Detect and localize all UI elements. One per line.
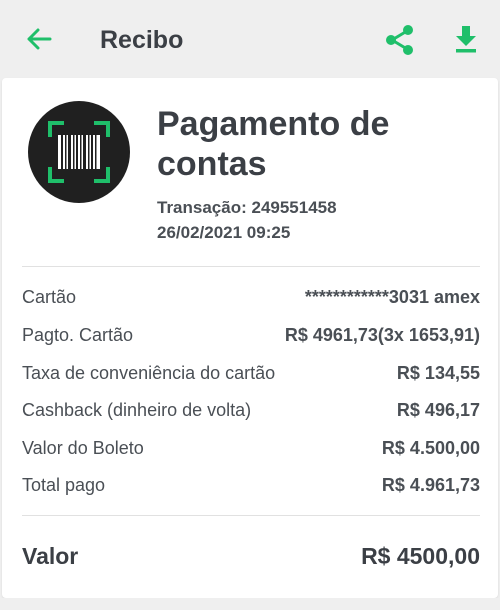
detail-value: R$ 4961,73(3x 1653,91) (284, 324, 480, 345)
barcode-scan-icon (48, 121, 110, 183)
detail-value: R$ 496,17 (396, 399, 480, 420)
share-button[interactable] (385, 24, 415, 56)
detail-row: Cartão ************3031 amex (22, 283, 480, 311)
total-row: Valor R$ 4500,00 (22, 538, 480, 574)
divider (22, 515, 480, 516)
receipt-heading: Pagamento de contas (157, 105, 390, 183)
back-button[interactable] (24, 24, 54, 54)
transaction-datetime: 26/02/2021 09:25 (157, 223, 291, 242)
receipt-card: Pagamento de contas Transação: 249551458… (2, 78, 498, 598)
total-label: Valor (22, 542, 79, 569)
detail-row: Valor do Boleto R$ 4.500,00 (22, 434, 480, 462)
detail-value: R$ 4.961,73 (381, 474, 480, 495)
detail-value: ************3031 amex (304, 286, 480, 307)
share-icon (386, 25, 413, 55)
detail-label: Cartão (22, 286, 77, 307)
detail-value: R$ 4.500,00 (381, 437, 480, 458)
detail-label: Total pago (22, 474, 106, 495)
detail-label: Taxa de conveniência do cartão (22, 362, 276, 383)
detail-row: Taxa de conveniência do cartão R$ 134,55 (22, 359, 480, 387)
detail-label: Cashback (dinheiro de volta) (22, 399, 252, 420)
total-value: R$ 4500,00 (361, 542, 480, 569)
app-bar: Recibo (0, 0, 500, 78)
download-button[interactable] (452, 24, 480, 54)
bottom-strip (0, 598, 500, 610)
detail-label: Valor do Boleto (22, 437, 144, 458)
detail-row: Pagto. Cartão R$ 4961,73(3x 1653,91) (22, 321, 480, 349)
divider (22, 266, 480, 267)
detail-label: Pagto. Cartão (22, 324, 134, 345)
detail-value: R$ 134,55 (396, 362, 480, 383)
detail-row: Total pago R$ 4.961,73 (22, 471, 480, 499)
detail-row: Cashback (dinheiro de volta) R$ 496,17 (22, 396, 480, 424)
service-logo (28, 101, 130, 203)
download-icon (456, 26, 476, 53)
arrow-left-icon (27, 28, 52, 50)
transaction-id: Transação: 249551458 (157, 198, 337, 217)
page-title: Recibo (100, 26, 184, 54)
